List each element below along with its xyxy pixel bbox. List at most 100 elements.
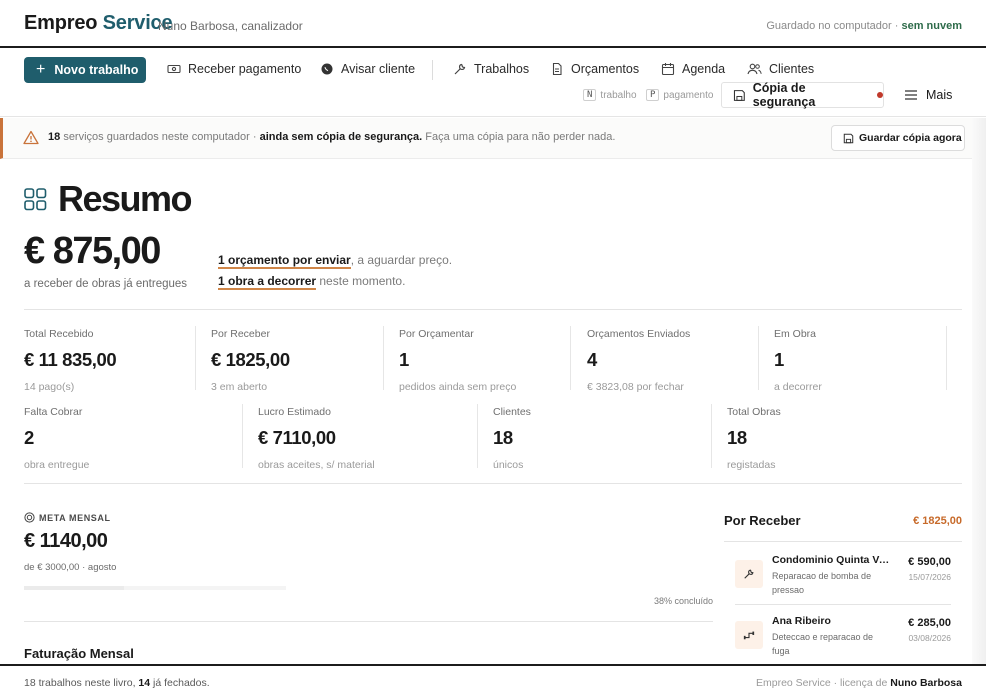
shortcut-payment: Ppagamento bbox=[646, 89, 713, 101]
nav-item-quotes[interactable]: Orçamentos bbox=[550, 62, 639, 76]
monthly-goal-label: META MENSAL bbox=[24, 512, 111, 523]
stat-caption: registadas bbox=[727, 459, 776, 471]
document-icon bbox=[552, 62, 562, 76]
brand-name: Empreo bbox=[24, 12, 98, 34]
status-bar: 18 trabalhos neste livro, 14 já fechados… bbox=[0, 664, 986, 699]
stat-total-jobs[interactable]: Total Obras 18 registadas bbox=[727, 406, 781, 471]
scrollbar[interactable] bbox=[972, 118, 986, 664]
target-icon bbox=[24, 512, 35, 523]
stat-caption: 14 pago(s) bbox=[24, 381, 75, 393]
stat-caption: a decorrer bbox=[774, 381, 822, 393]
receivable-amount: € 285,00 bbox=[908, 617, 951, 629]
pending-quotes-text: , a aguardar preço. bbox=[350, 253, 453, 267]
stat-estimated-profit[interactable]: Lucro Estimado € 7110,00 obras aceites, s/… bbox=[258, 406, 375, 471]
stat-label: Por Receber bbox=[211, 328, 270, 340]
pending-quotes-link[interactable]: 1 orçamento por enviar bbox=[218, 253, 351, 269]
nav-item-jobs-label: Trabalhos bbox=[474, 62, 530, 76]
receivables-title: Por Receber bbox=[724, 513, 801, 528]
save-status-text: Guardado no computador · bbox=[766, 20, 899, 32]
stat-to-receive[interactable]: Por Receber € 1825,00 3 em aberto bbox=[211, 328, 290, 393]
stat-value: € 1825,00 bbox=[211, 349, 290, 370]
warning-text: 18 serviços guardados neste computador ·… bbox=[48, 131, 615, 143]
menu-icon bbox=[905, 90, 917, 100]
active-jobs-link[interactable]: 1 obra a decorrer bbox=[218, 274, 317, 290]
shortcut-key: N bbox=[583, 89, 597, 101]
stat-caption: únicos bbox=[493, 459, 524, 471]
receive-payment-button[interactable]: Receber pagamento bbox=[167, 62, 301, 76]
warning-count: 18 bbox=[48, 131, 61, 143]
cash-icon bbox=[167, 64, 181, 74]
monthly-goal-percent: 38% concluído bbox=[653, 596, 713, 606]
license-text: Empreo Service · licença de bbox=[756, 677, 888, 689]
stat-label: Falta Cobrar bbox=[24, 406, 83, 418]
receivable-date: 03/08/2026 bbox=[908, 633, 951, 643]
save-icon bbox=[733, 89, 745, 101]
stat-in-progress[interactable]: Em Obra 1 a decorrer bbox=[774, 328, 822, 393]
stat-clients[interactable]: Clientes 18 únicos bbox=[493, 406, 531, 471]
receivable-client: Ana Ribeiro bbox=[772, 615, 831, 627]
monthly-goal-value: € 1140,00 bbox=[24, 530, 108, 552]
license-owner: Nuno Barbosa bbox=[890, 677, 962, 689]
shortcut-new-job: Ntrabalho bbox=[583, 89, 637, 101]
monthly-goal-label-text: META MENSAL bbox=[39, 512, 111, 523]
divider bbox=[735, 604, 951, 605]
divider bbox=[195, 326, 196, 390]
toolbar: + Novo trabalho Receber pagamento Avisar … bbox=[0, 49, 986, 117]
divider bbox=[724, 541, 962, 542]
jobs-text: trabalhos neste livro, bbox=[38, 677, 136, 689]
new-job-label: Novo trabalho bbox=[54, 63, 139, 77]
stat-value: 2 bbox=[24, 427, 34, 448]
plus-icon: + bbox=[36, 61, 46, 78]
stat-label: Total Recebido bbox=[24, 328, 94, 340]
divider bbox=[24, 483, 962, 484]
receivable-amount: € 875,00 bbox=[24, 230, 161, 272]
warning-icon bbox=[23, 130, 39, 145]
backup-alert-dot bbox=[877, 92, 883, 98]
stat-value: 1 bbox=[399, 349, 409, 370]
nav-item-quotes-label: Orçamentos bbox=[571, 62, 640, 76]
stat-caption: € 3823,08 por fechar bbox=[587, 381, 684, 393]
nav-item-clients-label: Clientes bbox=[769, 62, 815, 76]
nav-item-schedule-label: Agenda bbox=[682, 62, 726, 76]
closed-text: já fechados. bbox=[153, 677, 210, 689]
divider bbox=[570, 326, 571, 390]
backup-warning-banner: 18 serviços guardados neste computador ·… bbox=[0, 118, 986, 159]
divider bbox=[946, 326, 947, 390]
divider bbox=[758, 326, 759, 390]
nav-item-schedule[interactable]: Agenda bbox=[661, 62, 725, 76]
notify-client-label: Avisar cliente bbox=[341, 62, 416, 76]
receivables-total: € 1825,00 bbox=[913, 515, 962, 527]
more-menu-button[interactable]: Mais bbox=[905, 88, 952, 102]
stat-quotes-sent[interactable]: Orçamentos Enviados 4 € 3823,08 por fechar bbox=[587, 328, 690, 393]
pending-quotes-note: 1 orçamento por enviar, a aguardar preço… bbox=[218, 253, 453, 269]
backup-button[interactable]: Cópia de segurança bbox=[721, 81, 884, 109]
jobs-count: 18 bbox=[24, 677, 36, 689]
stat-caption: pedidos ainda sem preço bbox=[399, 381, 517, 393]
nav-item-clients[interactable]: Clientes bbox=[747, 62, 814, 76]
divider bbox=[24, 309, 962, 310]
notify-client-button[interactable]: Avisar cliente bbox=[320, 62, 415, 76]
closed-count: 14 bbox=[138, 677, 151, 689]
nav-item-jobs[interactable]: Trabalhos bbox=[453, 62, 529, 76]
stat-label: Em Obra bbox=[774, 328, 817, 340]
receivable-amount: € 590,00 bbox=[908, 556, 951, 568]
new-job-button[interactable]: + Novo trabalho bbox=[24, 57, 146, 83]
divider bbox=[477, 404, 478, 468]
brand-logo[interactable]: Empreo Service bbox=[24, 12, 173, 35]
receivable-description: Deteccao e reparacao de fuga bbox=[772, 632, 874, 656]
owner-label: Nuno Barbosa, canalizador bbox=[158, 19, 303, 33]
pipe-icon bbox=[735, 621, 763, 649]
stat-to-quote[interactable]: Por Orçamentar 1 pedidos ainda sem preço bbox=[399, 328, 516, 393]
save-backup-now-button[interactable]: Guardar cópia agora bbox=[831, 125, 965, 151]
receive-payment-label: Receber pagamento bbox=[188, 62, 302, 76]
save-icon bbox=[843, 133, 854, 143]
shortcut-key: P bbox=[646, 89, 660, 101]
stat-to-collect[interactable]: Falta Cobrar 2 obra entregue bbox=[24, 406, 89, 471]
stat-label: Total Obras bbox=[727, 406, 781, 418]
warning-text-2: Faça uma cópia para não perder nada. bbox=[425, 131, 616, 143]
monthly-goal-target: de € 3000,00 · agosto bbox=[24, 562, 117, 573]
stat-total-received[interactable]: Total Recebido € 11 835,00 14 pago(s) bbox=[24, 328, 117, 393]
progress-fill bbox=[24, 586, 124, 590]
whatsapp-icon bbox=[321, 63, 333, 75]
receivable-client: Condominio Quinta Verde bbox=[772, 554, 892, 566]
